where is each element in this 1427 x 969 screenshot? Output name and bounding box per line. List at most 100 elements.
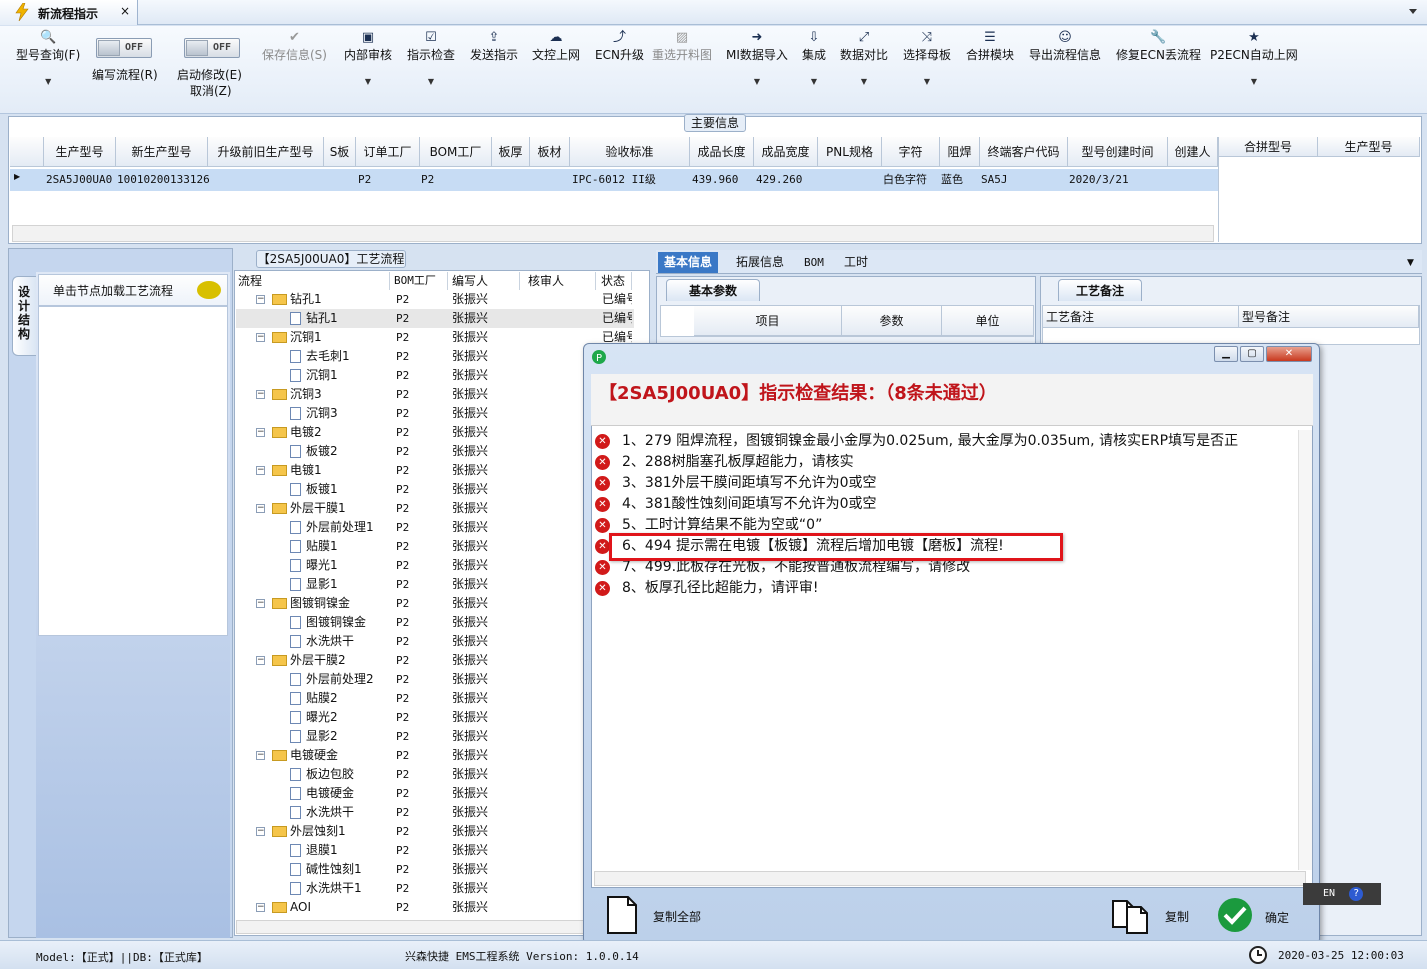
col-header[interactable]: S板 (324, 137, 356, 167)
tree-node[interactable]: 碱性蚀刻1 P2 张振兴 (236, 860, 634, 879)
tree-node[interactable]: 外层前处理1 P2 张振兴 (236, 518, 634, 537)
col-header[interactable]: 字符 (882, 137, 940, 167)
collapse-icon[interactable]: − (256, 428, 265, 437)
tree-node[interactable]: − 外层干膜1 P2 张振兴 (236, 499, 634, 518)
col-header[interactable]: 阻焊 (940, 137, 980, 167)
horizontal-scrollbar[interactable] (594, 871, 1306, 886)
collapse-icon[interactable]: − (256, 295, 265, 304)
tree-node[interactable]: − 外层蚀刻1 P2 张振兴 (236, 822, 634, 841)
tree-node[interactable]: 曝光2 P2 张振兴 (236, 708, 634, 727)
col-header[interactable]: 单位 (942, 306, 1034, 336)
col-header[interactable]: BOM工厂 (392, 272, 448, 290)
tree-node[interactable]: 外层前处理2 P2 张振兴 (236, 670, 634, 689)
collapse-icon[interactable]: − (256, 751, 265, 760)
collapse-icon[interactable]: − (256, 656, 265, 665)
col-header[interactable]: 参数 (842, 306, 942, 336)
col-header[interactable]: 新生产型号 (116, 137, 208, 167)
tab-extended-info[interactable]: 拓展信息 (730, 252, 790, 273)
tree-node[interactable]: − 电镀1 P2 张振兴 (236, 461, 634, 480)
maximize-button[interactable]: ▢ (1240, 346, 1264, 362)
mi-import-button[interactable]: ➜ MI数据导入 ▼ (726, 30, 788, 86)
ecn-upgrade-button[interactable]: ⤴ ECN升级 (595, 30, 644, 63)
horizontal-scrollbar[interactable] (12, 225, 1214, 242)
tree-node[interactable]: − 沉铜3 P2 张振兴 (236, 385, 634, 404)
fix-ecn-button[interactable]: 🔧 修复ECN丢流程 (1116, 30, 1201, 63)
tree-node[interactable]: − 电镀2 P2 张振兴 (236, 423, 634, 442)
collapse-icon[interactable]: − (256, 504, 265, 513)
col-header[interactable]: 生产型号 (1318, 137, 1420, 157)
vertical-scrollbar[interactable] (1298, 430, 1312, 870)
tree-node[interactable]: 图镀铜镍金 P2 张振兴 (236, 613, 634, 632)
chevron-down-icon[interactable] (1405, 3, 1421, 19)
load-flow-header[interactable]: 单击节点加载工艺流程 (38, 274, 228, 306)
tab-basic-info[interactable]: 基本信息 (658, 252, 719, 273)
tree-node[interactable]: 电镀硬金 P2 张振兴 (236, 784, 634, 803)
send-instruction-button[interactable]: ⇪ 发送指示 (470, 30, 518, 63)
tree-node[interactable]: 沉铜3 P2 张振兴 (236, 404, 634, 423)
write-flow-toggle[interactable]: OFF (96, 38, 152, 58)
col-header[interactable]: 流程 (236, 272, 390, 290)
collapse-icon[interactable]: − (256, 390, 265, 399)
collapse-icon[interactable]: − (256, 903, 265, 912)
collapse-icon[interactable]: − (256, 333, 265, 342)
col-header[interactable]: 订单工厂 (356, 137, 420, 167)
tree-node[interactable]: − 电镀硬金 P2 张振兴 (236, 746, 634, 765)
collapse-icon[interactable]: − (256, 599, 265, 608)
col-header[interactable]: 项目 (694, 306, 842, 336)
col-header[interactable]: 工艺备注 (1043, 306, 1239, 328)
p2ecn-auto-online-button[interactable]: ★ P2ECN自动上网 ▼ (1210, 30, 1298, 86)
close-icon[interactable]: × (120, 4, 130, 18)
cancel-button[interactable]: 取消(Z) (190, 82, 232, 99)
tree-node[interactable]: 曝光1 P2 张振兴 (236, 556, 634, 575)
col-header[interactable]: 型号创建时间 (1068, 137, 1168, 167)
tab-process-notes[interactable]: 工艺备注 (1058, 279, 1142, 301)
save-info-button[interactable]: ✔ 保存信息(S) (262, 30, 327, 63)
col-header[interactable]: 状态 (599, 272, 632, 290)
tree-node[interactable]: 显影2 P2 张振兴 (236, 727, 634, 746)
instruction-check-button[interactable]: ☑ 指示检查 ▼ (407, 30, 455, 86)
tab-basic-params[interactable]: 基本参数 (666, 279, 760, 301)
export-flow-button[interactable]: ☺ 导出流程信息 (1029, 30, 1101, 63)
tree-node[interactable]: 贴膜1 P2 张振兴 (236, 537, 634, 556)
col-header[interactable]: 编写人 (450, 272, 520, 290)
model-query-button[interactable]: 🔍 型号查询(F) ▼ (16, 30, 80, 86)
chevron-down-icon[interactable]: ▼ (1407, 258, 1414, 268)
col-header[interactable]: 板材 (530, 137, 570, 167)
col-header[interactable]: 成品长度 (690, 137, 754, 167)
col-header[interactable]: 创建人 (1168, 137, 1218, 167)
ok-button[interactable]: 确定 (1216, 896, 1296, 934)
tree-node[interactable]: − 图镀铜镍金 P2 张振兴 (236, 594, 634, 613)
tree-node[interactable]: − 钻孔1 P2 张振兴 已编号 (236, 290, 634, 309)
tree-node[interactable]: − AOI P2 张振兴 (236, 898, 634, 917)
col-header[interactable]: 升级前旧生产型号 (208, 137, 324, 167)
tree-node[interactable]: 沉铜1 P2 张振兴 (236, 366, 634, 385)
tab-design-structure[interactable]: 设计结构 (12, 276, 36, 356)
tree-node[interactable]: 贴膜2 P2 张振兴 (236, 689, 634, 708)
tree-node[interactable]: 板边包胶 P2 张振兴 (236, 765, 634, 784)
language-indicator[interactable]: EN ? (1303, 883, 1381, 905)
tab-bom[interactable]: BOM (798, 252, 830, 273)
select-mother-board-button[interactable]: ⤨ 选择母板 ▼ (903, 30, 951, 86)
col-header[interactable]: 成品宽度 (754, 137, 818, 167)
tree-node[interactable]: 板镀1 P2 张振兴 (236, 480, 634, 499)
col-header[interactable]: PNL规格 (818, 137, 882, 167)
tree-node[interactable]: 钻孔1 P2 张振兴 已编号 (236, 309, 634, 328)
tree-node[interactable]: 去毛刺1 P2 张振兴 (236, 347, 634, 366)
tree-node[interactable]: 水洗烘干1 P2 张振兴 (236, 879, 634, 898)
tree-node[interactable]: 水洗烘干 P2 张振兴 (236, 632, 634, 651)
col-header[interactable]: 板厚 (492, 137, 530, 167)
tree-node[interactable]: −沉铜1P2张振兴已编号 (236, 328, 634, 347)
minimize-button[interactable]: ▁ (1214, 346, 1238, 362)
collapse-icon[interactable]: − (256, 466, 265, 475)
copy-all-button[interactable]: 复制全部 (605, 895, 705, 935)
col-header[interactable]: 终端客户代码 (980, 137, 1068, 167)
tab-work-hours[interactable]: 工时 (838, 252, 874, 273)
integrate-button[interactable]: ⇩ 集成 ▼ (802, 30, 826, 86)
horizontal-scrollbar[interactable] (236, 920, 634, 934)
close-button[interactable]: ✕ (1266, 346, 1312, 362)
col-header[interactable]: 验收标准 (570, 137, 690, 167)
document-tab[interactable]: 新流程指示 × (0, 0, 138, 25)
doc-online-button[interactable]: ☁ 文控上网 (532, 30, 580, 63)
col-header[interactable]: 合拼型号 (1219, 137, 1318, 157)
tree-node[interactable]: − 外层干膜2 P2 张振兴 (236, 651, 634, 670)
